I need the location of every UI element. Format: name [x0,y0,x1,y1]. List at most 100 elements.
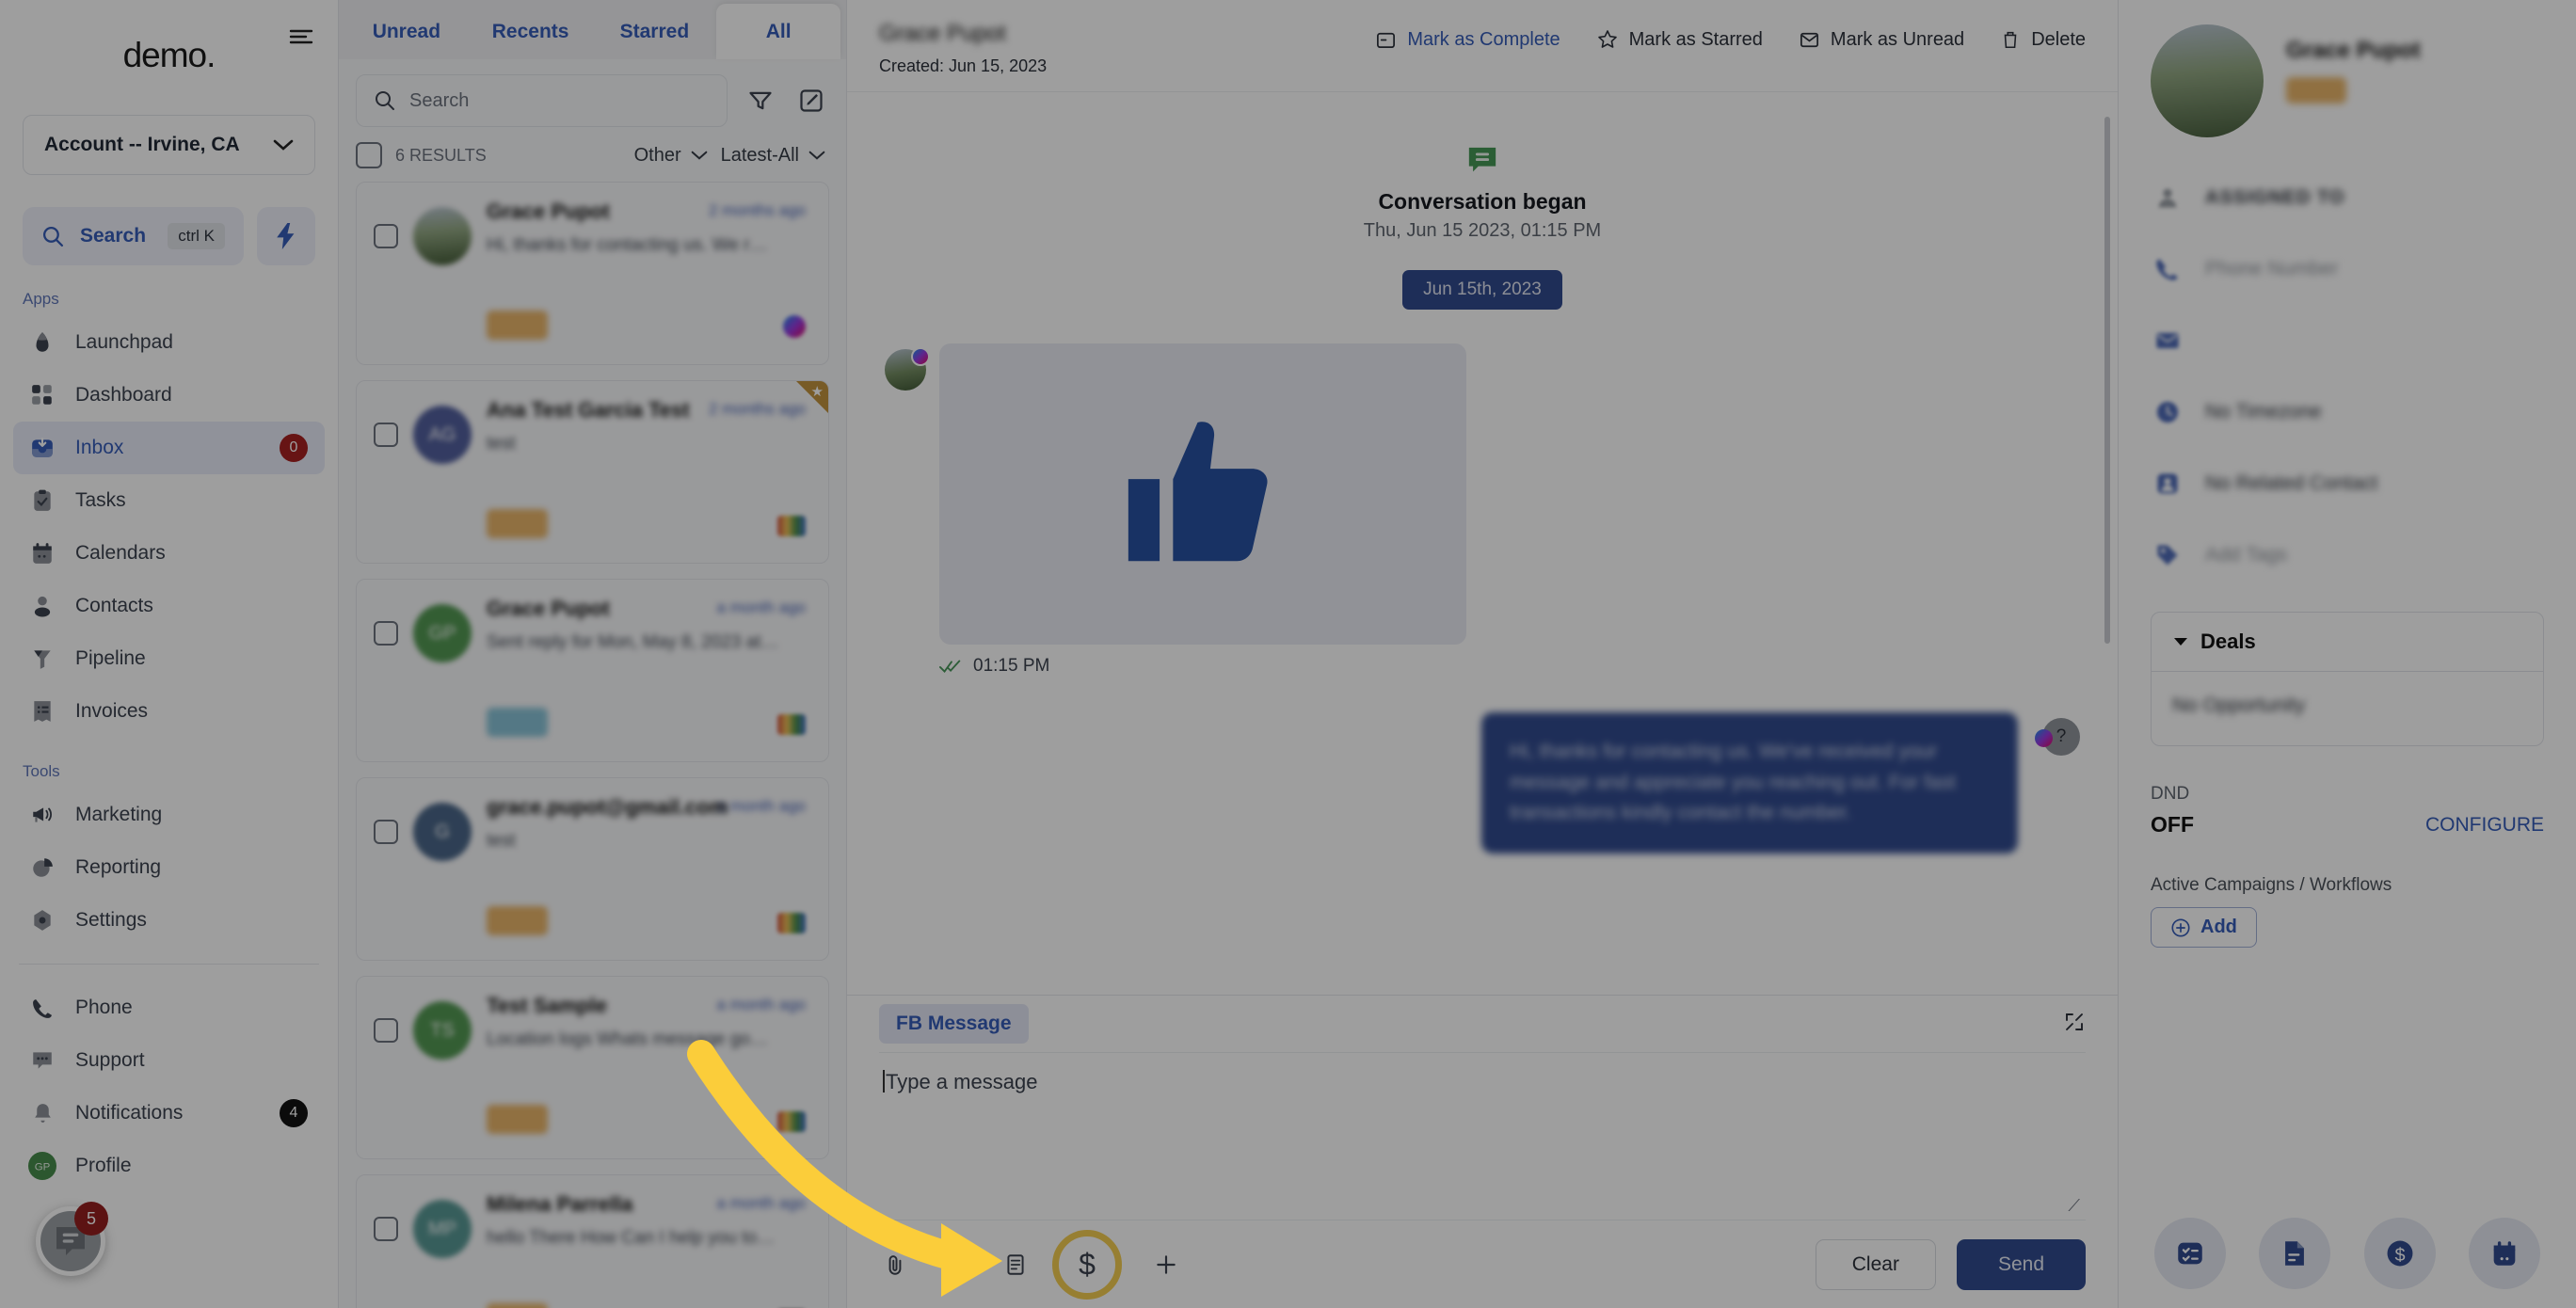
conversation-preview: Hi, thanks for contacting us. We r… [487,235,768,255]
compose-icon[interactable] [793,83,829,119]
document-icon[interactable] [2259,1218,2331,1289]
conversation-item-body: a month ago Grace Pupot Sent reply for Mon… [487,597,809,744]
conversation-contact-name: Grace Pupot [879,21,1006,46]
conversation-tag: tag [487,1303,548,1308]
search-shortcut-badge: ctrl K [168,223,225,249]
resize-handle-icon[interactable]: ⟋ [2068,1196,2080,1216]
clear-button[interactable]: Clear [1815,1238,1936,1290]
sidebar-item-label: Tasks [75,489,126,511]
conversation-list-item[interactable]: ★AG2 months agoAna Test Garcia Testtestt… [356,380,829,564]
deals-header[interactable]: Deals [2152,613,2543,672]
sidebar-item-tasks[interactable]: Tasks [13,474,325,527]
sidebar-item-pipeline[interactable]: Pipeline [13,632,325,685]
delete-button[interactable]: Delete [2000,29,2086,51]
tab-recents[interactable]: Recents [469,4,593,59]
emoji-icon[interactable] [939,1249,971,1281]
field-value: Add Tags [2205,544,2288,566]
dnd-configure-link[interactable]: CONFIGURE [2425,814,2544,837]
sidebar-item-marketing[interactable]: Marketing [13,789,325,841]
mark-as-unread-button[interactable]: Mark as Unread [1799,29,1964,51]
sidebar-item-calendars[interactable]: Calendars [13,527,325,580]
send-button[interactable]: Send [1956,1238,2086,1290]
contacts-icon [28,592,56,620]
conversation-list-item[interactable]: GP a month ago Grace Pupot Sent reply for M… [356,579,829,762]
conversation-list-item[interactable]: TS a month ago Test Sample Location logs Wh… [356,976,829,1159]
sidebar-item-dashboard[interactable]: Dashboard [13,369,325,422]
conversation-item-body: a month ago Test Sample Location logs What… [487,994,809,1141]
sidebar-item-support[interactable]: Support [13,1034,325,1087]
contact-field-tags[interactable]: Add Tags [2151,538,2544,572]
message-input[interactable]: Type a message ⟋ [879,1052,2086,1220]
mark-as-starred-button[interactable]: Mark as Starred [1596,28,1763,51]
conversation-began-icon [1464,145,1500,182]
conversation-list-item[interactable]: MP a month ago Milena Parrella hello There … [356,1174,829,1308]
sidebar-item-inbox[interactable]: Inbox 0 [13,422,325,474]
tab-all[interactable]: All [716,4,840,59]
assigned-to-row[interactable]: ASSIGNED TO [2151,181,2544,215]
contact-field-phone[interactable]: Phone Number [2151,252,2544,286]
add-campaign-button[interactable]: Add [2151,907,2257,948]
contact-field-related-contact[interactable]: No Related Contact [2151,467,2544,501]
expand-composer-icon[interactable] [2063,1011,2086,1038]
conversation-checkbox[interactable] [374,1018,398,1043]
conversation-contact-name: Milena Parrella [487,1192,633,1216]
app-logo: demo. [122,36,216,74]
dollar-icon[interactable]: $ [1052,1229,1122,1300]
conversation-checkbox[interactable] [374,224,398,248]
conversation-list-item[interactable]: Ga month agograce.pupot@gmail.comtesttag [356,777,829,961]
contact-action-bar: $ [2119,1218,2576,1289]
search-icon [42,226,64,247]
quick-actions-button[interactable] [257,207,315,265]
sidebar-item-reporting[interactable]: Reporting [13,841,325,894]
global-search-button[interactable]: Search ctrl K [23,207,244,265]
collapse-sidebar-icon[interactable] [285,21,317,53]
conversation-checkbox[interactable] [374,423,398,447]
contact-field-email[interactable] [2151,324,2544,358]
channel-icon [777,516,806,536]
attachment-icon[interactable] [879,1249,911,1281]
conversation-contact-name: Test Sample [487,994,607,1017]
dollar-icon[interactable]: $ [2363,1218,2436,1289]
invoices-icon [28,697,56,726]
svg-text:GP: GP [35,1161,51,1172]
sidebar-item-profile[interactable]: GP Profile [13,1140,325,1192]
sidebar-item-contacts[interactable]: Contacts [13,580,325,632]
channel-icon [783,315,806,338]
mark-as-complete-button[interactable]: Mark as Complete [1375,29,1560,51]
tab-unread[interactable]: Unread [344,4,469,59]
chevron-down-icon [273,139,294,151]
conversation-checkbox[interactable] [374,820,398,844]
sidebar-item-label: Phone [75,997,133,1018]
conversation-checkbox[interactable] [374,621,398,646]
conversation-checkbox[interactable] [374,1217,398,1241]
calendar-icon[interactable] [2469,1218,2541,1289]
composer-channel-tab[interactable]: FB Message [879,1004,1029,1044]
sidebar-item-settings[interactable]: Settings [13,894,325,947]
conversation-item-body: a month ago Milena Parrella hello There Ho… [487,1192,809,1308]
deals-section: Deals No Opportunity [2151,612,2544,746]
select-all-checkbox[interactable] [356,142,382,168]
sidebar-item-launchpad[interactable]: Launchpad [13,316,325,369]
filter-icon[interactable] [743,83,778,119]
account-selector[interactable]: Account -- Irvine, CA [23,115,315,175]
thread-scrollbar[interactable] [2104,117,2110,644]
sidebar-item-phone[interactable]: Phone [13,981,325,1034]
template-icon[interactable] [1000,1249,1032,1281]
tag-icon [2151,538,2184,572]
conversation-list-item[interactable]: 2 months ago Grace Pupot Hi, thanks for co… [356,182,829,365]
contact-field-timezone[interactable]: No Timezone [2151,395,2544,429]
contact-detail-panel: Grace Pupot ASSIGNED TO Phone Number No … [2118,0,2576,1308]
sidebar-item-label: Settings [75,909,147,931]
sidebar-item-invoices[interactable]: Invoices [13,685,325,738]
tab-starred[interactable]: Starred [593,4,717,59]
sidebar-item-notifications[interactable]: Notifications 4 [13,1087,325,1140]
task-icon[interactable] [2153,1218,2226,1289]
messenger-badge-icon [2035,729,2053,747]
conversation-search-input[interactable]: Search [356,74,728,127]
sort-dropdown[interactable]: Latest-All [721,145,825,167]
plus-icon[interactable] [1150,1249,1182,1281]
filter-dropdown[interactable]: Other [634,145,708,167]
sidebar-section-tools-label: Tools [23,762,60,780]
chat-widget-button[interactable]: 5 [36,1202,108,1276]
conversation-list-panel: Unread Recents Starred All Search 6 RESU… [339,0,847,1308]
